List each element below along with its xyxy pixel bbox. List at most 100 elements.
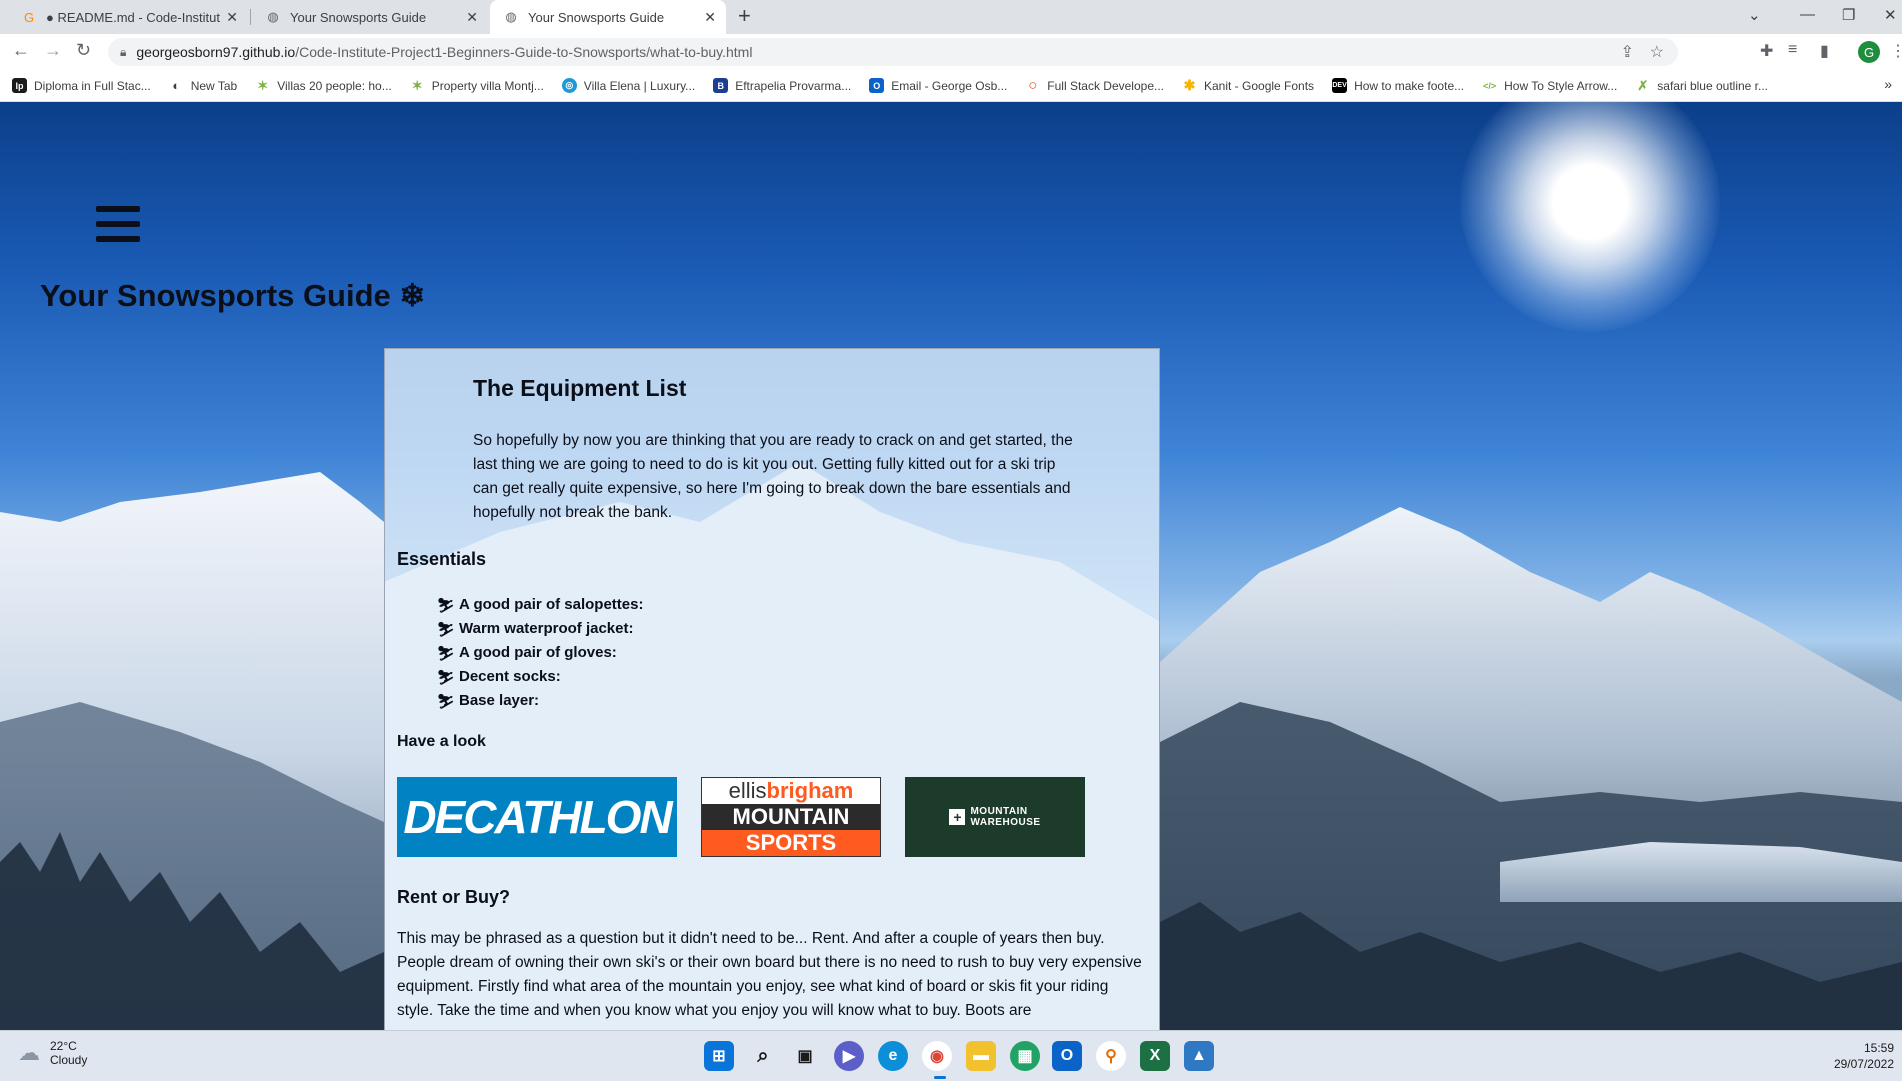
bookmark-item[interactable]: ◐ New Tab xyxy=(168,78,238,93)
bookmark-label: Eftrapelia Provarma... xyxy=(735,78,852,93)
bookmark-label: Full Stack Develope... xyxy=(1047,78,1164,93)
toolbar: ← → ↻ 🔒︎ georgeosborn97.github.io/Code-I… xyxy=(0,34,1902,70)
hamburger-menu-icon[interactable] xyxy=(96,206,140,251)
list-item: ⛷︎ Decent socks: xyxy=(437,665,643,689)
bookmark-item[interactable]: ✗ safari blue outline r... xyxy=(1635,78,1768,93)
ellis-brigham-wordmark: ellis brigham xyxy=(702,778,880,804)
weather-text: 22°C Cloudy xyxy=(50,1039,87,1067)
menu-icon[interactable]: ⋮ xyxy=(1890,41,1902,61)
list-item-label: Warm waterproof jacket: xyxy=(459,620,634,637)
bookmark-label: Kanit - Google Fonts xyxy=(1204,78,1315,93)
close-tab-icon[interactable]: ✕ xyxy=(466,9,478,26)
photos-icon[interactable]: ▲ xyxy=(1184,1041,1214,1071)
rent-or-buy-paragraph: This may be phrased as a question but it… xyxy=(397,930,1142,1019)
decathlon-logo-text: DECATHLON xyxy=(403,791,672,843)
tab-readme[interactable]: G ● README.md - Code-Institute-P ✕ xyxy=(8,0,248,34)
sparkle-icon: ✶ xyxy=(409,78,425,93)
list-item-label: Decent socks: xyxy=(459,668,561,685)
skier-icon: ⛷︎ xyxy=(437,669,455,685)
essentials-heading: Essentials xyxy=(397,549,487,569)
minimize-icon[interactable]: — xyxy=(1800,6,1815,23)
bookmark-label: Diploma in Full Stac... xyxy=(34,78,151,93)
file-explorer-icon[interactable]: ▬ xyxy=(966,1041,996,1071)
essentials-list: ⛷︎ A good pair of salopettes: ⛷︎ Warm wate… xyxy=(437,593,643,713)
google-fonts-icon: ✱ xyxy=(1182,77,1197,93)
edge-icon[interactable]: e xyxy=(878,1041,908,1071)
task-view-icon[interactable]: ▣ xyxy=(790,1041,820,1071)
more-bookmarks-icon[interactable]: » xyxy=(1884,76,1892,92)
list-item-label: Base layer: xyxy=(459,692,540,709)
profile-avatar[interactable]: G xyxy=(1858,41,1880,63)
mountain-warehouse-cross-icon: + xyxy=(949,809,966,825)
weather-widget[interactable]: ☁ 22°C Cloudy xyxy=(18,1039,87,1067)
teams-chat-icon[interactable]: ▶ xyxy=(834,1041,864,1071)
bookmark-item[interactable]: O Email - George Osb... xyxy=(869,78,1007,93)
spreadsheet-app-icon[interactable]: ▦ xyxy=(1010,1041,1040,1071)
bookmark-item[interactable]: ◎ Villa Elena | Luxury... xyxy=(561,78,696,93)
close-window-icon[interactable]: ✕ xyxy=(1884,6,1897,24)
ellis-brigham-logo-link[interactable]: ellis brigham MOUNTAIN SPORTS xyxy=(701,777,881,857)
bookmark-star-icon[interactable]: ☆ xyxy=(1650,42,1664,62)
bookmark-label: Villa Elena | Luxury... xyxy=(583,78,696,93)
bookmark-item[interactable]: ✶ Property villa Montj... xyxy=(409,78,544,93)
back-icon[interactable]: ← xyxy=(12,40,30,61)
bookmark-item[interactable]: </> How To Style Arrow... xyxy=(1482,78,1617,93)
globe-icon: ◐ xyxy=(168,78,184,93)
site-title[interactable]: Your Snowsports Guide ❄ xyxy=(40,278,425,314)
address-bar[interactable]: 🔒︎ georgeosborn97.github.io/Code-Institu… xyxy=(108,38,1678,66)
url-path: /Code-Institute-Project1-Beginners-Guide… xyxy=(295,44,753,60)
skier-icon: ⛷︎ xyxy=(437,645,455,661)
content-card: The Equipment List So hopefully by now y… xyxy=(384,348,1160,1030)
reload-icon[interactable]: ↻ xyxy=(76,40,91,61)
decathlon-logo-link[interactable]: DECATHLON xyxy=(397,777,677,857)
lp-icon: lp xyxy=(12,78,27,93)
tab-strip: G ● README.md - Code-Institute-P ✕ ◍ You… xyxy=(0,0,1902,34)
restore-icon[interactable]: ❐ xyxy=(1842,6,1855,24)
bookmark-label: safari blue outline r... xyxy=(1657,78,1769,93)
bookmark-item[interactable]: ○ Full Stack Develope... xyxy=(1025,77,1164,94)
gitpod-icon: G xyxy=(23,9,35,25)
bookmark-item[interactable]: ✱ Kanit - Google Fonts xyxy=(1182,77,1315,93)
bookmark-label: Property villa Montj... xyxy=(431,78,544,93)
side-panel-icon[interactable]: ▮ xyxy=(1820,41,1829,61)
outlook-icon[interactable]: O xyxy=(1052,1041,1082,1071)
search-icon[interactable]: ⌕ xyxy=(748,1041,778,1071)
tab-snowsports-active[interactable]: ◍ Your Snowsports Guide ✕ xyxy=(490,0,726,34)
bookmark-item[interactable]: DEV How to make foote... xyxy=(1332,78,1464,93)
bookmark-label: New Tab xyxy=(190,78,238,93)
new-tab-icon[interactable]: + xyxy=(738,3,751,29)
clock-date: 29/07/2022 xyxy=(1833,1057,1894,1071)
sparkle-icon: ✶ xyxy=(255,78,271,93)
bookmark-item[interactable]: ✶ Villas 20 people: ho... xyxy=(255,78,392,93)
lock-icon[interactable]: 🔒︎ xyxy=(120,45,126,60)
url-text: georgeosborn97.github.io/Code-Institute-… xyxy=(136,44,752,60)
page-viewport: Your Snowsports Guide ❄ The Equipment Li… xyxy=(0,102,1902,1030)
temperature: 22°C xyxy=(50,1039,77,1053)
skier-icon: ⛷︎ xyxy=(437,597,455,613)
extensions-icon[interactable]: ✚ xyxy=(1760,41,1773,61)
vpn-app-icon[interactable]: ⚲ xyxy=(1096,1041,1126,1071)
bookmark-item[interactable]: lp Diploma in Full Stac... xyxy=(12,78,151,93)
intro-paragraph: So hopefully by now you are thinking tha… xyxy=(473,432,1073,521)
list-item-label: A good pair of salopettes: xyxy=(459,596,644,613)
excel-icon[interactable]: X xyxy=(1140,1041,1170,1071)
windows-start-icon[interactable]: ⊞ xyxy=(704,1041,734,1071)
rent-or-buy-heading: Rent or Buy? xyxy=(397,887,511,907)
mountain-warehouse-logo-link[interactable]: + MOUNTAIN WAREHOUSE xyxy=(905,777,1085,857)
close-tab-icon[interactable]: ✕ xyxy=(226,9,238,26)
reading-list-icon[interactable]: ≡ xyxy=(1788,41,1797,59)
share-icon[interactable]: ⇪ xyxy=(1621,42,1634,62)
tab-snowsports-1[interactable]: ◍ Your Snowsports Guide ✕ xyxy=(252,0,488,34)
bookmark-label: Villas 20 people: ho... xyxy=(277,78,392,93)
tab-search-icon[interactable]: ⌄ xyxy=(1748,6,1761,24)
villa-elena-icon: ◎ xyxy=(561,78,577,93)
bookmark-item[interactable]: B Eftrapelia Provarma... xyxy=(713,78,851,93)
code-institute-icon: ○ xyxy=(1025,77,1041,94)
forward-icon[interactable]: → xyxy=(44,40,62,61)
list-item: ⛷︎ A good pair of gloves: xyxy=(437,641,643,665)
skier-icon: ⛷︎ xyxy=(437,693,455,709)
close-tab-icon[interactable]: ✕ xyxy=(704,9,716,26)
chrome-icon[interactable]: ◉ xyxy=(922,1041,952,1071)
list-item: ⛷︎ Base layer: xyxy=(437,689,643,713)
system-clock[interactable]: 15:59 29/07/2022 xyxy=(1834,1040,1894,1072)
